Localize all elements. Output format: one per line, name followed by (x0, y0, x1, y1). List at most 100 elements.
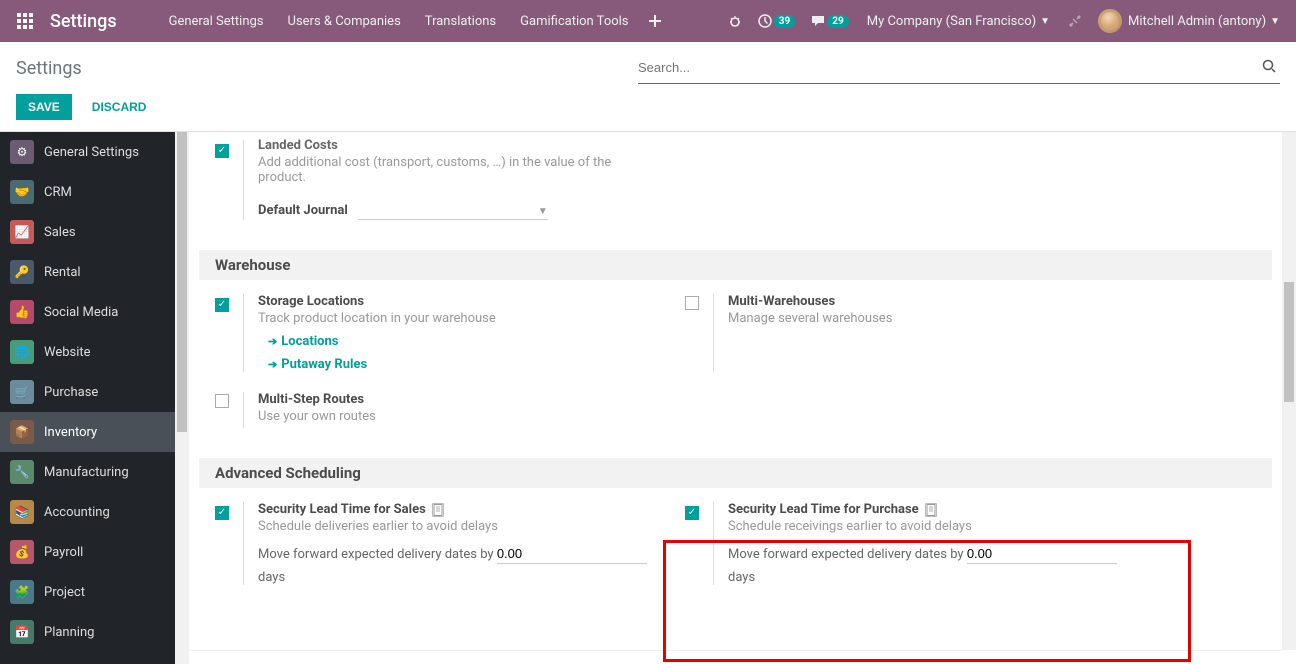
sales-lead-time-input[interactable] (497, 544, 647, 564)
multi-step-routes-checkbox[interactable] (215, 394, 229, 408)
activities-badge: 39 (774, 15, 795, 28)
search-input[interactable] (638, 56, 1258, 79)
field-label: Move forward expected delivery dates by (728, 547, 967, 562)
landed-costs-title: Landed Costs (258, 138, 685, 153)
nav-users-companies[interactable]: Users & Companies (276, 0, 413, 42)
book-icon: 📚 (10, 500, 34, 524)
sidebar-item-label: Project (44, 585, 85, 600)
section-header-advanced-scheduling: Advanced Scheduling (199, 458, 1272, 488)
chart-icon: 📈 (10, 220, 34, 244)
security-lead-time-sales-desc: Schedule deliveries earlier to avoid del… (258, 519, 685, 534)
purchase-lead-time-input[interactable] (967, 544, 1117, 564)
top-navbar: Settings General Settings Users & Compan… (0, 0, 1296, 42)
sidebar-item-label: Social Media (44, 305, 118, 320)
unit-label: days (258, 570, 685, 585)
multi-warehouses-title: Multi-Warehouses (728, 294, 1155, 309)
multi-step-routes-title: Multi-Step Routes (258, 392, 685, 407)
document-icon[interactable] (432, 503, 444, 517)
new-icon[interactable] (641, 0, 669, 42)
multi-warehouses-desc: Manage several warehouses (728, 311, 1155, 326)
putaway-rules-link[interactable]: ➔Putaway Rules (268, 357, 685, 372)
search-wrap (638, 52, 1280, 84)
sidebar-item-label: Payroll (44, 545, 83, 560)
activities-icon[interactable]: 39 (750, 0, 803, 42)
breadcrumb: Settings (16, 58, 82, 79)
messages-badge: 29 (827, 15, 848, 28)
company-selector[interactable]: My Company (San Francisco) ▼ (857, 0, 1060, 42)
section-header-warehouse: Warehouse (199, 250, 1272, 280)
sidebar-item-label: Sales (44, 225, 76, 240)
avatar (1098, 9, 1122, 33)
sidebar-item-label: Rental (44, 265, 81, 280)
search-icon[interactable] (1258, 59, 1280, 77)
sidebar-scrollbar[interactable] (175, 132, 189, 664)
field-label: Move forward expected delivery dates by (258, 547, 497, 562)
handshake-icon: 🤝 (10, 180, 34, 204)
sidebar-item-general-settings[interactable]: ⚙General Settings (0, 132, 175, 172)
default-journal-select[interactable]: ▼ (358, 204, 548, 220)
sidebar-item-planning[interactable]: 📅Planning (0, 612, 175, 652)
sidebar-item-purchase[interactable]: 🛒 Purchase (0, 372, 175, 412)
sidebar-item-project[interactable]: 🧩 Project (0, 572, 175, 612)
landed-costs-desc: Add additional cost (transport, customs,… (258, 155, 618, 185)
nav-gamification[interactable]: Gamification Tools (508, 0, 640, 42)
support-icon[interactable] (1060, 0, 1090, 42)
security-lead-time-sales-title: Security Lead Time for Sales (258, 502, 426, 517)
content-scrollbar-horizontal[interactable] (189, 650, 1282, 664)
settings-sidebar: ⚙General Settings 🤝 CRM 📈 Sales 🔑 Rental 👍 S… (0, 132, 189, 664)
sidebar-item-label: Purchase (44, 385, 98, 400)
sidebar-item-label: Accounting (44, 505, 110, 520)
security-lead-time-purchase-title: Security Lead Time for Purchase (728, 502, 919, 517)
caret-down-icon: ▼ (538, 206, 548, 217)
content-scrollbar-vertical[interactable] (1282, 132, 1296, 650)
locations-link[interactable]: ➔Locations (268, 334, 685, 349)
document-icon[interactable] (925, 503, 937, 517)
money-icon: 💰 (10, 540, 34, 564)
thumbs-up-icon: 👍 (10, 300, 34, 324)
sidebar-item-sales[interactable]: 📈 Sales (0, 212, 175, 252)
save-button[interactable]: SAVE (16, 94, 72, 120)
sidebar-item-accounting[interactable]: 📚 Accounting (0, 492, 175, 532)
control-panel: Settings SAVE DISCARD (0, 42, 1296, 132)
sidebar-item-website[interactable]: 🌐Website (0, 332, 175, 372)
sidebar-item-inventory[interactable]: 📦 Inventory (0, 412, 175, 452)
security-lead-time-purchase-checkbox[interactable] (685, 506, 699, 520)
company-name: My Company (San Francisco) (867, 14, 1036, 29)
wrench-icon: 🔧 (10, 460, 34, 484)
arrow-right-icon: ➔ (268, 335, 277, 348)
nav-general-settings[interactable]: General Settings (157, 0, 276, 42)
sidebar-item-label: Inventory (44, 425, 97, 440)
landed-costs-checkbox[interactable] (215, 144, 229, 158)
debug-icon[interactable] (720, 0, 750, 42)
sidebar-item-label: CRM (44, 185, 72, 200)
sidebar-item-rental[interactable]: 🔑 Rental (0, 252, 175, 292)
box-icon: 📦 (10, 420, 34, 444)
sidebar-item-label: Manufacturing (44, 465, 129, 480)
default-journal-label: Default Journal (258, 203, 348, 218)
storage-locations-title: Storage Locations (258, 294, 685, 309)
multi-warehouses-checkbox[interactable] (685, 296, 699, 310)
storage-locations-desc: Track product location in your warehouse (258, 311, 685, 326)
brand-title[interactable]: Settings (50, 11, 117, 32)
security-lead-time-sales-checkbox[interactable] (215, 506, 229, 520)
messages-icon[interactable]: 29 (803, 0, 856, 42)
apps-menu-icon[interactable] (8, 0, 42, 42)
discard-button[interactable]: DISCARD (80, 94, 159, 120)
sidebar-item-crm[interactable]: 🤝 CRM (0, 172, 175, 212)
user-menu[interactable]: Mitchell Admin (antony) ▼ (1090, 0, 1288, 42)
user-name: Mitchell Admin (antony) (1128, 14, 1266, 29)
sidebar-item-social-media[interactable]: 👍 Social Media (0, 292, 175, 332)
sidebar-item-label: Website (44, 345, 91, 360)
nav-translations[interactable]: Translations (413, 0, 508, 42)
sidebar-item-manufacturing[interactable]: 🔧 Manufacturing (0, 452, 175, 492)
key-icon: 🔑 (10, 260, 34, 284)
sidebar-item-label: Planning (44, 625, 94, 640)
sidebar-item-payroll[interactable]: 💰 Payroll (0, 532, 175, 572)
caret-down-icon: ▼ (1040, 16, 1050, 27)
caret-down-icon: ▼ (1270, 16, 1280, 27)
cart-icon: 🛒 (10, 380, 34, 404)
nav-menu: General Settings Users & Companies Trans… (157, 0, 641, 42)
puzzle-icon: 🧩 (10, 580, 34, 604)
storage-locations-checkbox[interactable] (215, 298, 229, 312)
security-lead-time-purchase-desc: Schedule receivings earlier to avoid del… (728, 519, 1155, 534)
